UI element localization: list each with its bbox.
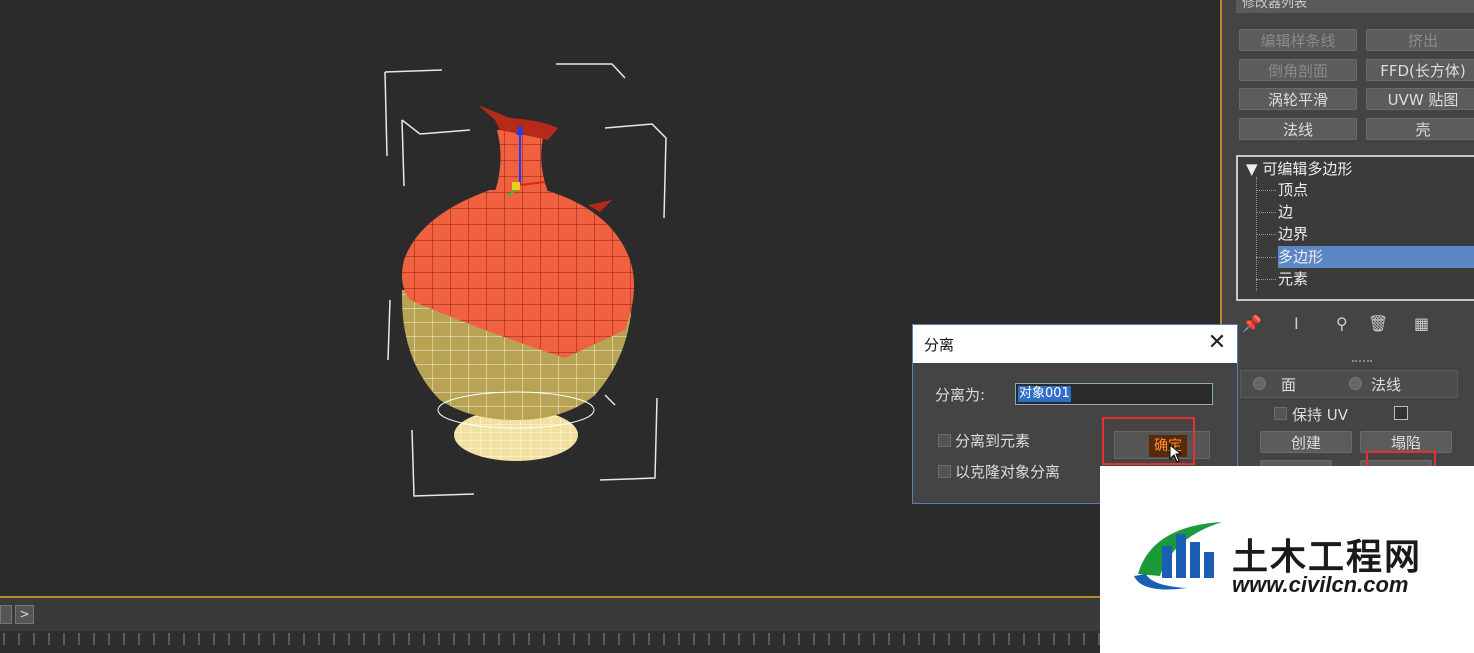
modifier-button-shell[interactable]: 壳 (1366, 118, 1474, 140)
radio-normal[interactable] (1349, 377, 1362, 390)
timeline-prev-button[interactable] (0, 605, 12, 624)
stack-root-editable-poly[interactable]: ▼ 可编辑多边形 (1246, 158, 1352, 179)
make-unique-icon[interactable]: ⚲ (1336, 314, 1348, 333)
stack-item-edge[interactable]: 边 (1278, 201, 1293, 223)
preserve-uv-label: 保持 UV (1292, 406, 1349, 424)
stack-item-border[interactable]: 边界 (1278, 223, 1308, 245)
timeline[interactable]: > (0, 598, 1222, 653)
detach-as-clone-label: 以克隆对象分离 (955, 463, 1061, 481)
dialog-title: 分离 (924, 336, 955, 354)
configure-sets-icon[interactable]: ▦ (1414, 314, 1429, 333)
close-icon[interactable]: ✕ (1205, 329, 1229, 357)
modifier-button-extrude[interactable]: 挤出 (1366, 29, 1474, 51)
timeline-ruler[interactable] (0, 631, 1222, 653)
detach-name-value: 对象001 (1018, 386, 1071, 402)
modifier-list-dropdown[interactable]: 修改器列表 (1236, 0, 1474, 13)
pin-stack-icon[interactable]: 📌 (1242, 314, 1262, 333)
mouse-cursor-icon (1169, 444, 1183, 463)
detach-as-label: 分离为: (935, 386, 986, 404)
radio-face[interactable] (1253, 377, 1266, 390)
modifier-button-normal[interactable]: 法线 (1239, 118, 1357, 140)
modifier-button-bevel-profile[interactable]: 倒角剖面 (1239, 59, 1357, 81)
collapse-triangle-icon[interactable]: ▼ (1246, 160, 1258, 178)
dialog-titlebar[interactable]: 分离 ✕ (913, 325, 1237, 363)
stack-item-polygon[interactable]: 多边形 (1278, 246, 1323, 268)
stack-item-vertex[interactable]: 顶点 (1278, 179, 1308, 201)
vase-scene[interactable] (0, 0, 1222, 596)
collapse-button[interactable]: 塌陷 (1360, 431, 1452, 453)
modifier-button-edit-spline[interactable]: 编辑样条线 (1239, 29, 1357, 51)
perspective-viewport[interactable] (0, 0, 1222, 596)
detach-name-input[interactable]: 对象001 (1015, 383, 1213, 405)
detach-to-element-label: 分离到元素 (955, 432, 1031, 450)
subobject-radio-group: 面 法线 (1240, 370, 1458, 398)
modifier-button-ffd-box[interactable]: FFD(长方体) (1366, 59, 1474, 81)
civilcn-logo-icon (1134, 522, 1222, 590)
remove-modifier-icon[interactable]: 🗑 (1368, 314, 1388, 333)
create-button[interactable]: 创建 (1260, 431, 1352, 453)
detach-to-element-checkbox[interactable] (938, 434, 951, 447)
modifier-stack[interactable]: ▼ 可编辑多边形 顶点 边 边界 多边形 元素 (1236, 155, 1474, 301)
watermark: 土木工程网 www.civilcn.com (1100, 466, 1474, 653)
detach-as-clone-checkbox[interactable] (938, 465, 951, 478)
modifier-button-uvw-map[interactable]: UVW 贴图 (1366, 88, 1474, 110)
watermark-url: www.civilcn.com (1232, 572, 1409, 597)
preserve-uv-settings-icon[interactable] (1394, 406, 1408, 420)
modifier-button-turbosmooth[interactable]: 涡轮平滑 (1239, 88, 1357, 110)
rollout-divider (1352, 360, 1372, 362)
preserve-uv-checkbox[interactable] (1274, 407, 1287, 420)
stack-item-element[interactable]: 元素 (1278, 268, 1308, 290)
show-end-result-icon[interactable]: Ⅰ (1294, 314, 1299, 333)
timeline-next-button[interactable]: > (15, 605, 34, 624)
